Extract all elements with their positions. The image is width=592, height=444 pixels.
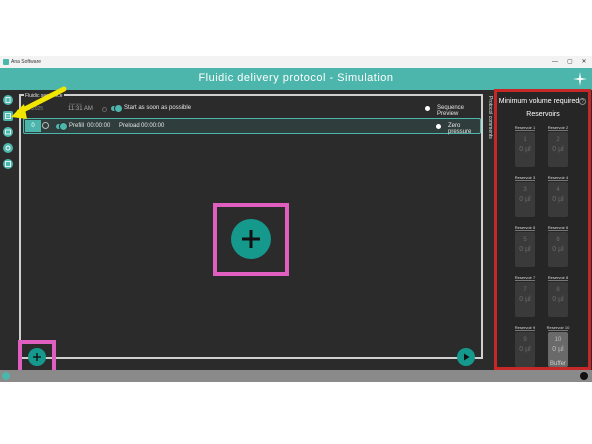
sequence-date: 06.2025 bbox=[25, 106, 44, 112]
sequence-icon bbox=[5, 113, 11, 119]
fluidic-logo-icon[interactable] bbox=[572, 71, 588, 87]
preload-time: 00:00:00 bbox=[141, 123, 165, 129]
protocol-comments-label: Protocol comments bbox=[487, 96, 493, 139]
sequence-start-row: 06.2025 Start time 11:31 AM Start as soo… bbox=[23, 102, 481, 117]
highlight-reservoirs bbox=[494, 89, 591, 370]
protocol-icon bbox=[5, 97, 11, 103]
close-button[interactable]: ✕ bbox=[577, 56, 591, 68]
app-title: Ana Software bbox=[11, 59, 42, 65]
window-titlebar: Ana Software — ▢ ✕ bbox=[0, 56, 592, 68]
nav-video-button[interactable] bbox=[3, 127, 13, 137]
sequence-label: Fluidic sequence bbox=[24, 93, 64, 99]
nav-protocol-button[interactable] bbox=[3, 95, 13, 105]
nav-sequence-button[interactable] bbox=[3, 111, 13, 121]
highlight-add-step bbox=[213, 203, 289, 276]
prefill-toggle[interactable] bbox=[56, 123, 67, 130]
power-icon[interactable] bbox=[42, 122, 49, 129]
zero-pressure-label: Zero pressure bbox=[448, 123, 472, 135]
clock-icon[interactable] bbox=[102, 107, 107, 112]
page-title: Fluidic delivery protocol - Simulation bbox=[198, 72, 394, 84]
zero-pressure-radio[interactable] bbox=[436, 124, 441, 129]
prefill-step-row[interactable]: 0 Prefill 00:00:00 Preload 00:00:00 Zero… bbox=[23, 118, 481, 135]
nav-settings-button[interactable] bbox=[3, 143, 13, 153]
app-header: Fluidic delivery protocol - Simulation bbox=[0, 68, 592, 90]
run-simulation-button[interactable] bbox=[457, 348, 475, 366]
start-time-value[interactable]: 11:31 AM bbox=[68, 106, 93, 112]
settings-icon bbox=[5, 145, 11, 151]
preload-label: Preload bbox=[119, 123, 140, 129]
step-number: 0 bbox=[25, 120, 41, 132]
nav-calibration-button[interactable] bbox=[3, 159, 13, 169]
minimize-button[interactable]: — bbox=[548, 56, 562, 68]
calibration-icon bbox=[5, 161, 11, 167]
video-icon bbox=[5, 129, 11, 135]
protocol-comments-tab[interactable]: Protocol comments bbox=[484, 96, 494, 226]
sequence-preview-label: Sequence Preview bbox=[437, 105, 465, 117]
sequence-preview-radio[interactable] bbox=[425, 106, 430, 111]
status-connection-icon[interactable] bbox=[2, 372, 10, 380]
app-icon bbox=[3, 59, 9, 65]
maximize-button[interactable]: ▢ bbox=[563, 56, 577, 68]
status-indicator-icon bbox=[580, 372, 588, 380]
start-asap-label: Start as soon as possible bbox=[124, 105, 192, 111]
status-bar bbox=[0, 370, 592, 382]
prefill-time: 00:00:00 bbox=[87, 123, 111, 129]
start-asap-toggle[interactable] bbox=[111, 105, 122, 112]
prefill-label: Prefill bbox=[69, 123, 85, 129]
